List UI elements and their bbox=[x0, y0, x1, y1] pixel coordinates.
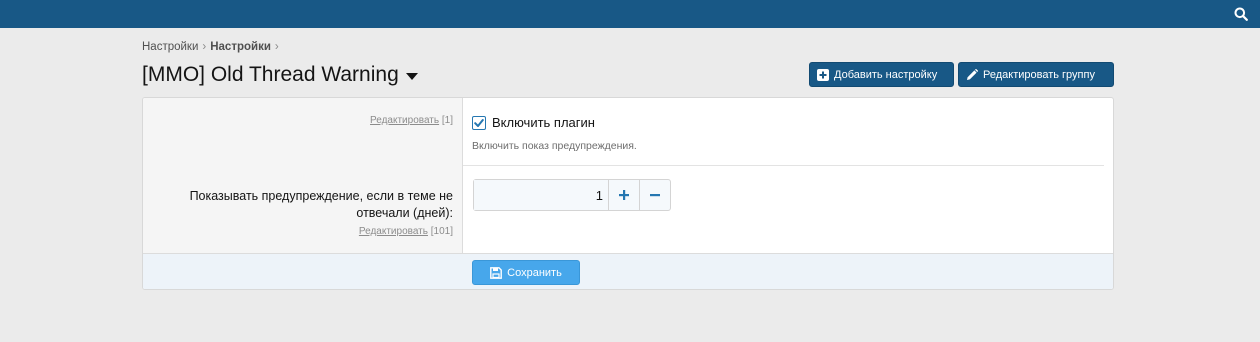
form-footer: Сохранить bbox=[143, 253, 1113, 289]
days-number-box bbox=[473, 179, 671, 211]
add-setting-label: Добавить настройку bbox=[834, 68, 938, 81]
page-title: [MMO] Old Thread Warning bbox=[142, 63, 418, 87]
pencil-icon bbox=[967, 68, 978, 80]
breadcrumb: Настройки › Настройки › bbox=[142, 41, 283, 53]
row1-edit-info: Редактировать [1] bbox=[370, 115, 453, 126]
search-icon bbox=[1234, 7, 1248, 21]
search-button[interactable] bbox=[1232, 5, 1250, 23]
add-setting-button[interactable]: Добавить настройку bbox=[809, 62, 954, 87]
checkmark-icon bbox=[474, 118, 484, 127]
plus-icon bbox=[619, 190, 629, 200]
breadcrumb-item-settings-group[interactable]: Настройки bbox=[210, 41, 271, 53]
floppy-disk-icon bbox=[490, 266, 503, 279]
breadcrumb-separator: › bbox=[274, 41, 279, 53]
decrement-button[interactable] bbox=[639, 180, 670, 210]
row2-edit-info: Редактировать [101] bbox=[359, 226, 453, 237]
edit-group-label: Редактировать группу bbox=[983, 68, 1095, 81]
row1-order: [1] bbox=[441, 115, 453, 126]
edit-group-button[interactable]: Редактировать группу bbox=[958, 62, 1114, 87]
enable-plugin-hint: Включить показ предупреждения. bbox=[472, 140, 637, 152]
row1-edit-link[interactable]: Редактировать bbox=[370, 115, 439, 126]
enable-plugin-checkbox-row[interactable]: Включить плагин bbox=[472, 115, 595, 130]
enable-plugin-checkbox[interactable] bbox=[472, 115, 486, 130]
plus-square-icon bbox=[817, 68, 829, 81]
breadcrumb-item-settings[interactable]: Настройки bbox=[142, 41, 198, 53]
days-input[interactable] bbox=[474, 180, 608, 210]
settings-label-column: Редактировать [1] Показывать предупрежде… bbox=[143, 98, 463, 253]
breadcrumb-separator: › bbox=[202, 41, 207, 53]
save-label: Сохранить bbox=[507, 266, 562, 279]
enable-plugin-label: Включить плагин bbox=[492, 115, 595, 130]
row-divider bbox=[463, 165, 1104, 166]
row2-order: [101] bbox=[430, 226, 453, 237]
save-button[interactable]: Сохранить bbox=[472, 260, 580, 285]
minus-icon bbox=[650, 194, 660, 197]
top-navigation-bar bbox=[0, 0, 1260, 28]
settings-panel: Редактировать [1] Показывать предупрежде… bbox=[142, 97, 1114, 290]
page-title-text: [MMO] Old Thread Warning bbox=[142, 63, 399, 86]
row2-label: Показывать предупреждение, если в теме н… bbox=[189, 189, 453, 220]
row2-edit-link[interactable]: Редактировать bbox=[359, 226, 428, 237]
increment-button[interactable] bbox=[608, 180, 639, 210]
title-dropdown-icon[interactable] bbox=[405, 72, 418, 80]
